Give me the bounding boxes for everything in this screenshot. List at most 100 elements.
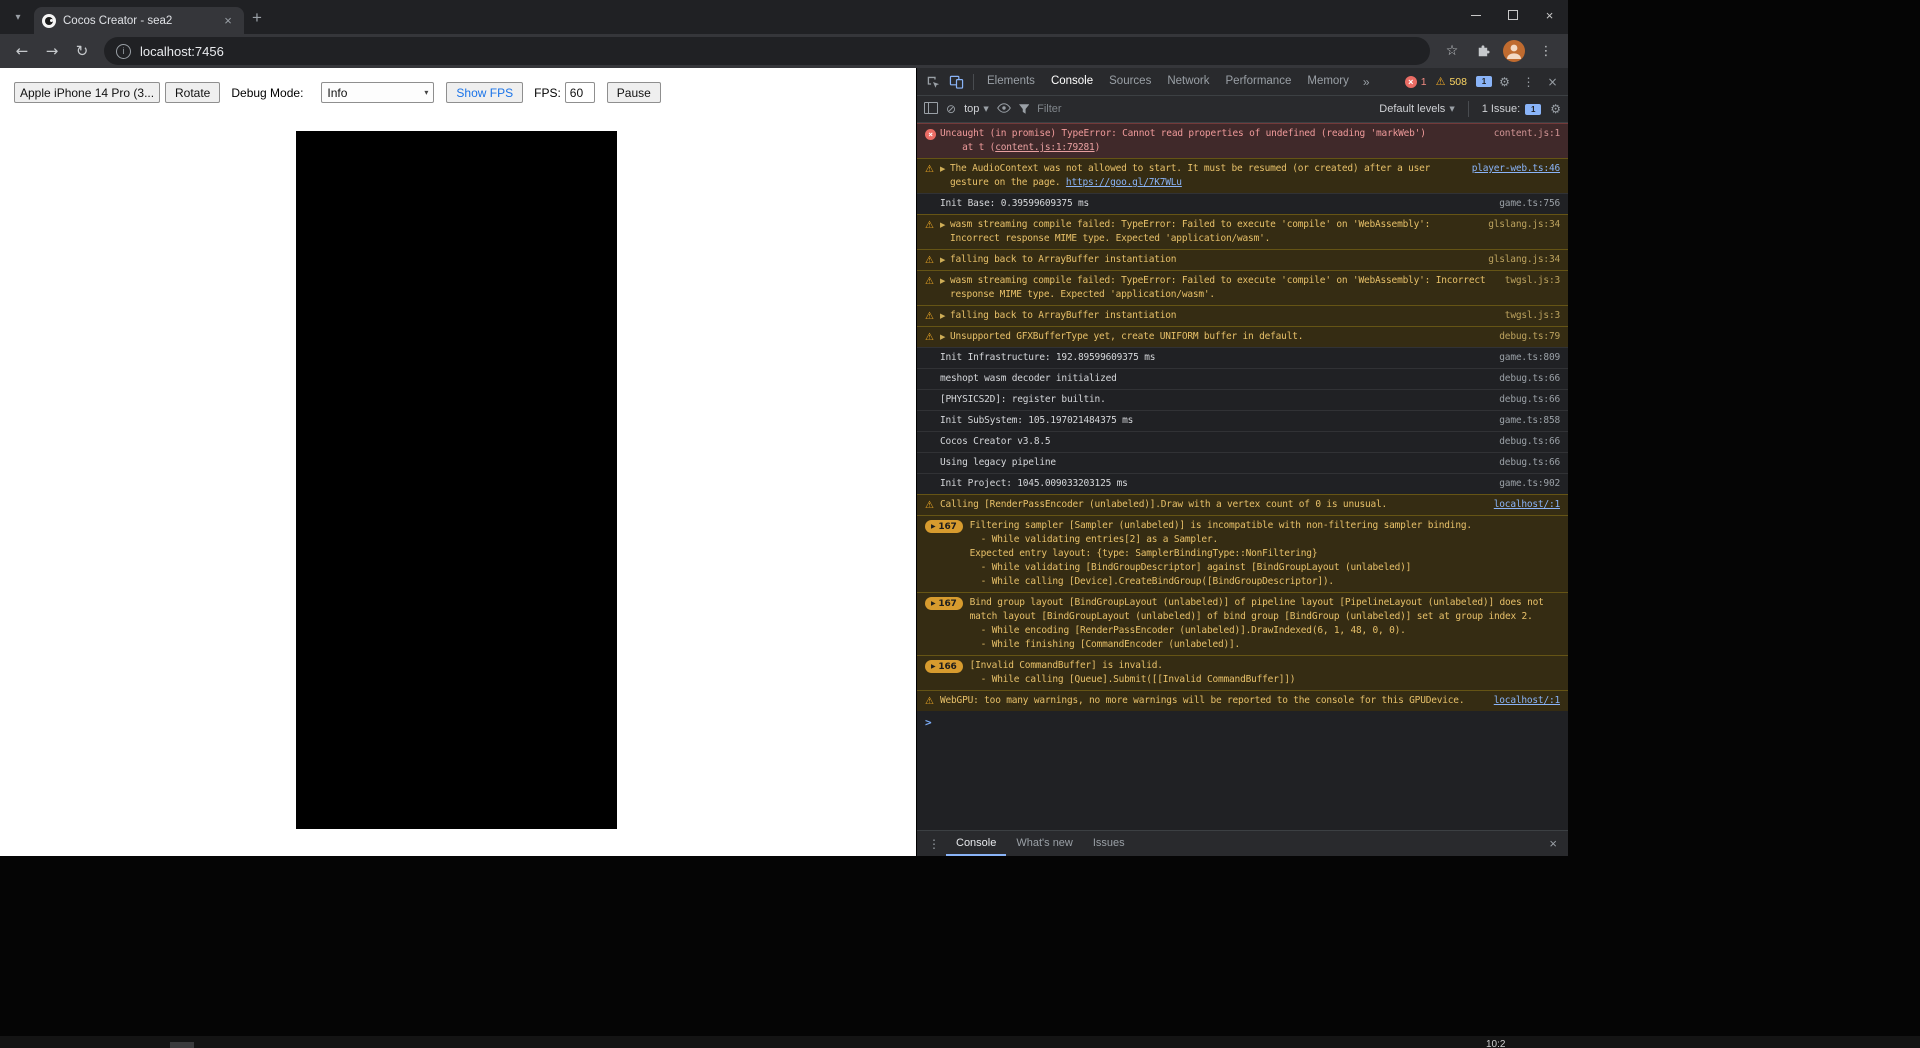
console-link[interactable]: content.js:1:79281 — [995, 142, 1095, 153]
source-location-link[interactable]: game.ts:902 — [1485, 477, 1560, 491]
source-location-link[interactable]: game.ts:756 — [1485, 197, 1560, 211]
tab-close-icon[interactable]: × — [220, 13, 236, 29]
devtools-tab-performance[interactable]: Performance — [1218, 68, 1300, 95]
source-location-link[interactable]: glslang.js:34 — [1474, 218, 1560, 232]
source-location-link[interactable]: game.ts:809 — [1485, 351, 1560, 365]
source-location-link[interactable]: game.ts:858 — [1485, 414, 1560, 428]
console-message: ⚠ ▶ falling back to ArrayBuffer instantiat… — [917, 305, 1568, 326]
drawer-menu-icon[interactable]: ⋮ — [924, 837, 944, 851]
bookmark-star-icon[interactable]: ☆ — [1438, 37, 1466, 65]
console-message: ▶ 167 Bind group layout [BindGroupLayout (… — [917, 592, 1568, 655]
source-location-link[interactable]: debug.ts:66 — [1485, 435, 1560, 449]
source-location-link[interactable]: glslang.js:34 — [1474, 253, 1560, 267]
device-select[interactable]: Apple iPhone 14 Pro (3... — [14, 82, 160, 103]
repeat-count-badge[interactable]: ▶ 167 — [925, 597, 963, 610]
console-link[interactable]: https://goo.gl/7K7WLu — [1066, 177, 1182, 188]
repeat-count-badge[interactable]: ▶ 167 — [925, 520, 963, 533]
expand-triangle-icon[interactable]: ▶ — [940, 253, 950, 267]
window-restore-button[interactable] — [1494, 0, 1531, 30]
devtools-tab-network[interactable]: Network — [1159, 68, 1217, 95]
inspect-element-icon[interactable] — [921, 71, 944, 92]
devtools-status-badges: × 1 ⚠ 508 1 — [1404, 74, 1492, 88]
message-text: wasm streaming compile failed: TypeError… — [950, 219, 1431, 244]
source-location-link[interactable]: localhost/:1 — [1480, 694, 1560, 708]
rotate-button[interactable]: Rotate — [165, 82, 221, 103]
profile-avatar[interactable] — [1503, 40, 1525, 62]
show-fps-button[interactable]: Show FPS — [446, 82, 524, 103]
devtools-tab-memory[interactable]: Memory — [1299, 68, 1357, 95]
reload-button[interactable]: ↻ — [68, 37, 96, 65]
source-location-link[interactable]: player-web.ts:46 — [1458, 162, 1561, 176]
devtools-tab-elements[interactable]: Elements — [979, 68, 1043, 95]
devtools-menu-icon[interactable]: ⋮ — [1517, 71, 1540, 92]
site-info-icon[interactable]: i — [116, 43, 131, 59]
message-text: Unsupported GFXBufferType yet, create UN… — [950, 331, 1304, 342]
warning-icon: ⚠ — [925, 255, 934, 266]
pause-button[interactable]: Pause — [606, 82, 661, 103]
console-prompt[interactable]: > — [917, 711, 1568, 734]
message-text: wasm streaming compile failed: TypeError… — [950, 275, 1486, 300]
console-messages: × Uncaught (in promise) TypeError: Cannot… — [917, 123, 1568, 711]
devtools-tab-console[interactable]: Console — [1043, 68, 1101, 95]
source-location-link[interactable]: debug.ts:66 — [1485, 393, 1560, 407]
live-expression-icon[interactable] — [996, 102, 1011, 116]
tab-search-icon[interactable]: ▾ — [6, 5, 30, 29]
device-toolbar-icon[interactable] — [945, 71, 968, 92]
drawer-tab-issues[interactable]: Issues — [1083, 831, 1135, 856]
drawer-tab-console[interactable]: Console — [946, 831, 1006, 856]
expand-triangle-icon[interactable]: ▶ — [940, 309, 950, 323]
window-minimize-button[interactable] — [1457, 0, 1494, 30]
fps-input[interactable] — [564, 82, 595, 103]
devtools-tabbar: Elements Console Sources Network Performance… — [917, 68, 1568, 96]
device-select-value: Apple iPhone 14 Pro (3... — [20, 85, 155, 100]
message-text: meshopt wasm decoder initialized — [940, 373, 1117, 384]
more-tabs-icon[interactable]: » — [1358, 75, 1375, 89]
devtools-settings-icon[interactable]: ⚙ — [1493, 71, 1516, 92]
drawer-tab-what-s-new[interactable]: What's new — [1006, 831, 1083, 856]
warning-count-badge[interactable]: ⚠ 508 — [1435, 74, 1467, 88]
source-location-link[interactable]: localhost/:1 — [1480, 498, 1560, 512]
drawer-close-icon[interactable]: × — [1545, 836, 1561, 851]
source-location-link[interactable]: debug.ts:66 — [1485, 456, 1560, 470]
extensions-icon[interactable] — [1468, 37, 1496, 65]
window-close-button[interactable]: × — [1531, 0, 1568, 30]
log-levels-select[interactable]: Default levels ▼ — [1379, 103, 1454, 115]
game-canvas[interactable] — [296, 131, 617, 829]
console-message: meshopt wasm decoder initialized debug.ts… — [917, 368, 1568, 389]
devtools-tab-sources[interactable]: Sources — [1101, 68, 1159, 95]
debug-mode-select[interactable]: Info ▾ — [321, 82, 435, 103]
source-location-link[interactable]: content.js:1 — [1480, 127, 1560, 141]
issues-count-badge[interactable]: 1 — [1476, 76, 1492, 87]
devtools-close-icon[interactable]: × — [1541, 71, 1564, 92]
address-bar[interactable]: i localhost:7456 — [104, 37, 1430, 65]
console-sidebar-icon[interactable] — [924, 101, 938, 117]
browser-menu-icon[interactable]: ⋮ — [1532, 37, 1560, 65]
console-settings-icon[interactable]: ⚙ — [1550, 103, 1561, 115]
filter-input[interactable] — [1035, 102, 1372, 116]
console-filter[interactable] — [1018, 102, 1372, 116]
issues-link[interactable]: 1 Issue: 1 — [1482, 103, 1542, 115]
devtools-drawer: ⋮ Console What's new Issues × — [917, 830, 1568, 856]
source-location-link[interactable]: debug.ts:79 — [1485, 330, 1560, 344]
message-text: falling back to ArrayBuffer instantiatio… — [950, 254, 1177, 265]
source-location-link[interactable]: debug.ts:66 — [1485, 372, 1560, 386]
expand-triangle-icon[interactable]: ▶ — [940, 330, 950, 344]
new-tab-button[interactable]: + — [252, 9, 262, 26]
repeat-count-badge[interactable]: ▶ 166 — [925, 660, 963, 673]
expand-triangle-icon[interactable]: ▶ — [940, 162, 950, 176]
clear-console-icon[interactable]: ⊘ — [946, 103, 956, 115]
warning-icon: ⚠ — [1435, 74, 1446, 88]
expand-triangle-icon[interactable]: ▶ — [940, 218, 950, 232]
expand-triangle-icon[interactable]: ▶ — [940, 274, 950, 288]
browser-tab[interactable]: Cocos Creator - sea2 × — [34, 7, 244, 34]
error-count-badge[interactable]: × 1 — [1404, 75, 1427, 88]
back-button[interactable]: ← — [8, 37, 36, 65]
debug-mode-value: Info — [327, 85, 348, 100]
context-selector[interactable]: top ▼ — [964, 103, 989, 115]
source-location-link[interactable]: twgsl.js:3 — [1491, 274, 1560, 288]
console-message: ▶ 166 [Invalid CommandBuffer] is invalid. … — [917, 655, 1568, 690]
source-location-link[interactable]: twgsl.js:3 — [1491, 309, 1560, 323]
message-text: Cocos Creator v3.8.5 — [940, 436, 1051, 447]
forward-button[interactable]: → — [38, 37, 66, 65]
taskbar-item[interactable] — [170, 1042, 194, 1048]
